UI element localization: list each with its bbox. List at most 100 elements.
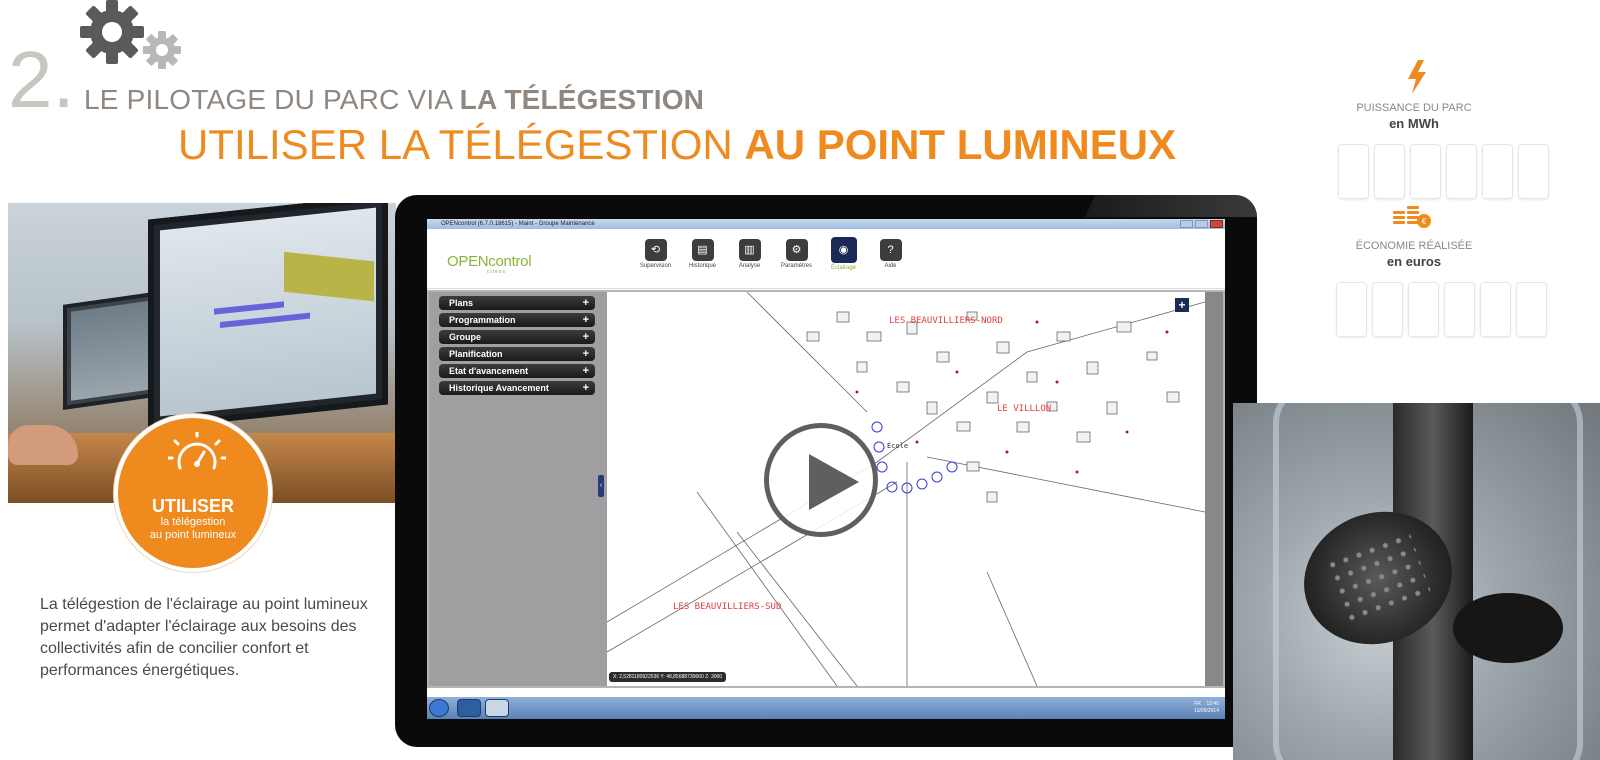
map-label-villlon: LE VILLLON (997, 404, 1052, 414)
analysis-icon: ▥ (738, 239, 761, 261)
monitor-screen (148, 203, 388, 430)
sidebar-item-label: Historique Avancement (449, 383, 549, 393)
window-title: OPENcontrol (6.7.0.18615) - Maint - Grou… (441, 221, 595, 227)
map-label-beauvilliers-sud: LES BEAUVILLIERS-SUD (673, 602, 782, 612)
tool-supervision[interactable]: ⟲ Supervision (632, 235, 679, 271)
counter-digit (1338, 144, 1369, 199)
gauge-icon (168, 432, 226, 470)
minimize-button[interactable] (1180, 220, 1193, 228)
play-button[interactable] (764, 423, 878, 537)
map-view[interactable]: LES BEAUVILLIERS-SUD LES BEAUVILLIERS-NO… (607, 292, 1205, 686)
tray-date: 13/05/2014 (1193, 708, 1219, 714)
counter-digit (1516, 282, 1547, 337)
counter-digit (1410, 144, 1441, 199)
collapse-sidebar-button[interactable]: ‹ (598, 475, 604, 497)
settings-icon: ⚙ (785, 239, 808, 261)
plus-icon: + (582, 365, 589, 377)
counter-digit (1518, 144, 1549, 199)
sidebar-item-historique-avancement[interactable]: Historique Avancement + (439, 381, 595, 395)
tool-label: Historique (688, 263, 716, 269)
savings-unit: en euros (1386, 254, 1442, 269)
counter-digit (1446, 144, 1477, 199)
counter-digit (1480, 282, 1511, 337)
main-toolbar: ⟲ Supervision ▤ Historique ▥ Analyse ⚙ Param… (632, 235, 914, 271)
counter-digit (1444, 282, 1475, 337)
main-title-bold: AU POINT LUMINEUX (744, 121, 1177, 168)
streetlight-photo (1233, 403, 1600, 760)
badge-title: UTILISER (151, 496, 234, 516)
main-title-normal: UTILISER LA TÉLÉGESTION (178, 121, 745, 168)
savings-counter (1336, 282, 1547, 337)
close-button[interactable] (1210, 220, 1223, 228)
system-tray: FR 12:40 13/05/2014 (1194, 701, 1219, 715)
sidebar-item-label: Plans (449, 298, 474, 308)
sidebar-item-plans[interactable]: Plans + (439, 296, 595, 310)
utiliser-badge: UTILISER la télégestion au point lumineu… (114, 414, 272, 572)
window-titlebar: OPENcontrol (6.7.0.18615) - Maint - Grou… (427, 219, 1225, 229)
plus-icon: + (582, 382, 589, 394)
app-logo-sub: citeos (487, 269, 507, 275)
power-counter (1338, 144, 1549, 199)
history-icon: ▤ (691, 239, 714, 261)
taskbar-ie-icon[interactable] (457, 699, 481, 717)
map-drawing (607, 292, 1205, 686)
gears-icon (80, 0, 181, 69)
plus-icon: + (582, 314, 589, 326)
sidebar-item-label: Planification (449, 349, 503, 359)
start-button[interactable] (429, 699, 449, 717)
tool-label: Analyse (738, 263, 761, 269)
maximize-button[interactable] (1195, 220, 1208, 228)
taskbar-app-icon[interactable] (485, 699, 509, 717)
power-label: PUISSANCE DU PARC (1356, 102, 1472, 114)
bolt-icon (1408, 60, 1426, 94)
zoom-in-button[interactable]: + (1175, 298, 1189, 312)
sidebar-item-planification[interactable]: Planification + (439, 347, 595, 361)
app-header: OPENcontrol citeos ⟲ Supervision ▤ Histori… (427, 229, 1225, 289)
tool-parametres[interactable]: ⚙ Paramètres (773, 235, 820, 271)
sidebar-item-groupe[interactable]: Groupe + (439, 330, 595, 344)
badge-subtitle-2: au point lumineux (149, 529, 237, 541)
section-title: LE PILOTAGE DU PARC VIA LA TÉLÉGESTION (84, 86, 704, 114)
tray-time: 12:40 (1206, 701, 1219, 707)
tablet-gloss (1085, 195, 1257, 217)
counter-digit (1482, 144, 1513, 199)
description-text: La télégestion de l'éclairage au point l… (40, 596, 368, 679)
sidebar: Plans + Programmation + Groupe + Planificat… (429, 292, 607, 686)
section-title-bold: LA TÉLÉGESTION (459, 84, 705, 115)
hand (8, 425, 78, 465)
app-logo: OPENcontrol (447, 253, 532, 270)
sidebar-item-etat-avancement[interactable]: Etat d'avancement + (439, 364, 595, 378)
tool-analyse[interactable]: ▥ Analyse (726, 235, 773, 271)
coordinates-readout: X: 2,5281180922536 Y: 48,85688730660 Z: … (609, 672, 727, 682)
tablet-frame: OPENcontrol (6.7.0.18615) - Maint - Grou… (395, 195, 1257, 747)
sidebar-item-label: Etat d'avancement (449, 366, 529, 376)
tool-label: Aide (884, 263, 897, 269)
map-label-ecole: École (887, 442, 909, 450)
map-label-beauvilliers-nord: LES BEAUVILLIERS-NORD (889, 316, 1003, 326)
plus-icon: + (582, 348, 589, 360)
tool-eclairage[interactable]: ◉ Éclairage (820, 235, 867, 271)
section-number: 2. (8, 35, 75, 124)
help-icon: ? (879, 239, 902, 261)
counter-digit (1374, 144, 1405, 199)
tool-aide[interactable]: ? Aide (867, 235, 914, 271)
counter-digit (1408, 282, 1439, 337)
badge-subtitle-1: la télégestion (160, 516, 226, 528)
savings-label: ÉCONOMIE RÉALISÉE (1355, 240, 1473, 252)
sidebar-item-programmation[interactable]: Programmation + (439, 313, 595, 327)
sidebar-item-label: Programmation (449, 315, 516, 325)
tool-label: Supervision (639, 263, 672, 269)
section-title-normal: LE PILOTAGE DU PARC VIA (84, 84, 460, 115)
plus-icon: + (582, 297, 589, 309)
supervision-icon: ⟲ (644, 239, 667, 261)
svg-text:€: € (1422, 217, 1427, 226)
plus-icon: + (582, 331, 589, 343)
lamp-bracket (1453, 593, 1563, 663)
bulb-icon: ◉ (830, 237, 857, 263)
coins-icon: € (1393, 206, 1431, 228)
windows-taskbar: FR 12:40 13/05/2014 (427, 697, 1225, 719)
tool-label: Éclairage (830, 265, 856, 271)
tool-historique[interactable]: ▤ Historique (679, 235, 726, 271)
counter-digit (1372, 282, 1403, 337)
app-screen: OPENcontrol (6.7.0.18615) - Maint - Grou… (427, 219, 1225, 719)
